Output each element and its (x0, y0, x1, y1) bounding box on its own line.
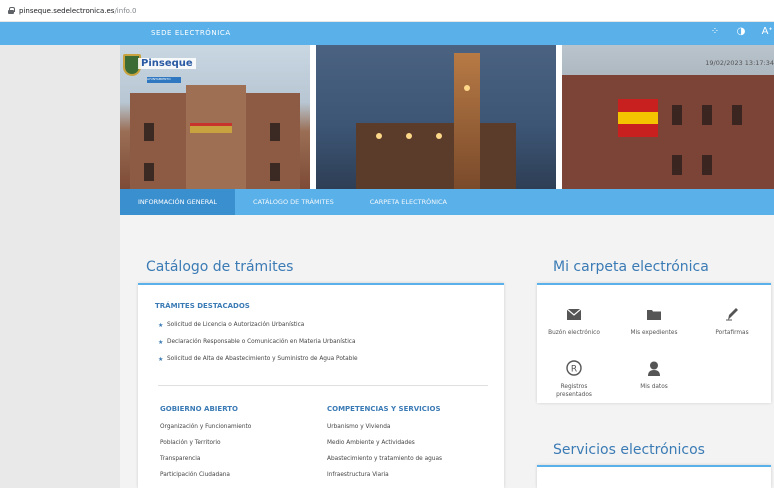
folder-item-label: Portafirmas (715, 330, 749, 336)
star-icon: ★ (158, 356, 164, 363)
logo-text: Pinseque (138, 58, 196, 69)
services-title: Servicios electrónicos (553, 442, 705, 458)
apps-icon[interactable]: ⁘ (708, 26, 722, 37)
url-host: pinseque.sedelectronica.es (19, 6, 115, 15)
folder-item-buzon[interactable]: Buzón electrónico (539, 305, 609, 337)
window (672, 105, 682, 125)
accessibility-tools: ⁘ ◑ Aᐩ (708, 26, 774, 37)
divider (158, 385, 488, 386)
tab-informacion-general[interactable]: INFORMACIÓN GENERAL (120, 189, 236, 215)
municipal-logo[interactable] (120, 50, 156, 90)
column-title[interactable]: COMPETENCIAS Y SERVICIOS (327, 405, 442, 413)
competencias-column: COMPETENCIAS Y SERVICIOS Urbanismo y Viv… (327, 405, 442, 488)
column-link[interactable]: Organización y Funcionamiento (160, 424, 251, 440)
main-content: Catálogo de trámites Mi carpeta electrón… (120, 215, 774, 488)
balcony-flag (190, 123, 232, 133)
folder-card: Buzón electrónico Mis expedientes Portaf… (537, 283, 771, 403)
light (406, 133, 412, 139)
brick-building (562, 75, 774, 189)
spain-flag (618, 99, 658, 137)
star-icon: ★ (158, 322, 164, 329)
window (144, 163, 154, 181)
contrast-icon[interactable]: ◑ (734, 26, 748, 37)
site-topbar: SEDE ELECTRÓNICA ⁘ ◑ Aᐩ (0, 22, 774, 45)
column-title[interactable]: GOBIERNO ABIERTO (160, 405, 251, 413)
envelope-icon (539, 305, 609, 323)
light (436, 133, 442, 139)
tab-catalogo-tramites[interactable]: CATÁLOGO DE TRÁMITES (235, 189, 352, 215)
folder-title: Mi carpeta electrónica (553, 259, 709, 275)
featured-link[interactable]: Declaración Responsable o Comunicación e… (167, 339, 356, 345)
column-link[interactable]: Urbanismo y Vivienda (327, 424, 442, 440)
main-nav: INFORMACIÓN GENERAL CATÁLOGO DE TRÁMITES… (120, 189, 774, 215)
window (270, 123, 280, 141)
list-item[interactable]: ★ Declaración Responsable o Comunicación … (158, 339, 358, 356)
window (732, 105, 742, 125)
services-card (537, 465, 771, 488)
registered-icon: R (539, 359, 609, 377)
window (702, 155, 712, 175)
window (702, 105, 712, 125)
folder-item-mis-datos[interactable]: Mis datos (619, 359, 689, 391)
catalog-title: Catálogo de trámites (146, 259, 294, 275)
church-tower (454, 53, 480, 189)
site-title: SEDE ELECTRÓNICA (151, 29, 231, 37)
current-datetime: 19/02/2023 13:17:34 (705, 59, 774, 67)
text-size-icon[interactable]: Aᐩ (760, 26, 774, 37)
light (464, 85, 470, 91)
featured-title: TRÁMITES DESTACADOS (155, 302, 250, 310)
column-link[interactable]: Participación Ciudadana (160, 472, 251, 488)
lock-icon (8, 7, 15, 14)
list-item[interactable]: ★ Solicitud de Alta de Abastecimiento y S… (158, 356, 358, 373)
column-link[interactable]: Población y Territorio (160, 440, 251, 456)
folder-item-label: Buzón electrónico (548, 330, 600, 336)
folder-item-label: Registros presentados (556, 384, 592, 398)
church-photo (316, 45, 556, 189)
pen-icon (697, 305, 767, 323)
folder-item-expedientes[interactable]: Mis expedientes (619, 305, 689, 337)
column-link[interactable]: Medio Ambiente y Actividades (327, 440, 442, 456)
logo-subtitle: AYUNTAMIENTO (147, 77, 181, 83)
column-link[interactable]: Infraestructura Viaria (327, 472, 442, 488)
featured-link[interactable]: Solicitud de Licencia o Autorización Urb… (167, 322, 304, 328)
featured-link[interactable]: Solicitud de Alta de Abastecimiento y Su… (167, 356, 358, 362)
gobierno-abierto-column: GOBIERNO ABIERTO Organización y Funciona… (160, 405, 251, 488)
svg-text:R: R (571, 365, 577, 375)
user-icon (619, 359, 689, 377)
folder-item-portafirmas[interactable]: Portafirmas (697, 305, 767, 337)
folder-item-label: Mis expedientes (630, 330, 678, 336)
window (672, 155, 682, 175)
list-item[interactable]: ★ Solicitud de Licencia o Autorización Ur… (158, 322, 358, 339)
column-link[interactable]: Abastecimiento y tratamiento de aguas (327, 456, 442, 472)
window (144, 123, 154, 141)
featured-list: ★ Solicitud de Licencia o Autorización Ur… (158, 322, 358, 373)
folder-item-label: Mis datos (640, 384, 668, 390)
window (270, 163, 280, 181)
folder-icon (619, 305, 689, 323)
url-path: /info.0 (114, 6, 137, 15)
folder-item-registros[interactable]: R Registros presentados (539, 359, 609, 399)
star-icon: ★ (158, 339, 164, 346)
column-link[interactable]: Transparencia (160, 456, 251, 472)
light (376, 133, 382, 139)
hero-banner: Pinseque AYUNTAMIENTO 19/02/2023 13:17:3… (120, 45, 774, 189)
address-bar[interactable]: pinseque.sedelectronica.es/info.0 (0, 0, 774, 22)
tab-carpeta-electronica[interactable]: CARPETA ELECTRÓNICA (352, 189, 465, 215)
catalog-card: TRÁMITES DESTACADOS ★ Solicitud de Licenc… (138, 283, 504, 488)
left-gutter (0, 45, 120, 488)
